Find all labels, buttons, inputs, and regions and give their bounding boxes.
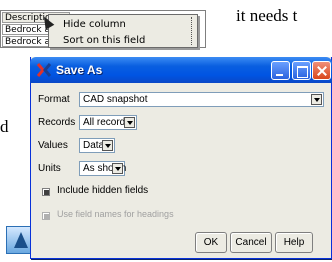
help-button[interactable]: Help xyxy=(275,232,313,253)
chevron-down-icon[interactable] xyxy=(112,163,123,174)
values-value: Data xyxy=(83,140,105,151)
chevron-down-icon[interactable] xyxy=(102,140,113,151)
format-select[interactable]: CAD snapshot xyxy=(79,92,324,107)
values-select[interactable]: Data xyxy=(79,138,115,153)
menu-item-sort-field[interactable]: Sort on this field xyxy=(63,35,145,46)
document-text-fragment: d xyxy=(0,117,9,136)
units-select[interactable]: As shown xyxy=(79,161,126,176)
records-select[interactable]: All records xyxy=(79,115,137,130)
save-as-dialog: Save As Format CAD snapshot Records All … xyxy=(30,57,332,259)
records-label: Records xyxy=(38,117,76,128)
chevron-down-icon[interactable] xyxy=(124,117,135,128)
document-text: it needs t xyxy=(236,6,298,25)
units-label: Units xyxy=(38,163,61,174)
values-label: Values xyxy=(38,140,68,151)
maximize-button[interactable] xyxy=(292,61,311,80)
format-value: CAD snapshot xyxy=(83,94,148,105)
include-hidden-checkbox[interactable] xyxy=(42,188,50,196)
title-bar[interactable]: Save As xyxy=(30,57,332,83)
menu-grip xyxy=(191,17,195,45)
chevron-down-icon[interactable] xyxy=(311,94,322,105)
menu-item-hide-column[interactable]: Hide column xyxy=(63,19,126,30)
app-icon xyxy=(36,63,52,77)
close-button[interactable] xyxy=(312,61,331,80)
ok-button[interactable]: OK xyxy=(195,232,227,253)
dialog-title: Save As xyxy=(56,63,103,77)
cancel-button[interactable]: Cancel xyxy=(230,232,272,253)
field-names-label: Use field names for headings xyxy=(57,209,174,219)
field-names-checkbox xyxy=(42,212,50,220)
context-menu: Hide column Sort on this field xyxy=(48,14,198,48)
format-label: Format xyxy=(38,94,70,105)
minimize-button[interactable] xyxy=(271,61,290,80)
include-hidden-label[interactable]: Include hidden fields xyxy=(57,185,148,196)
